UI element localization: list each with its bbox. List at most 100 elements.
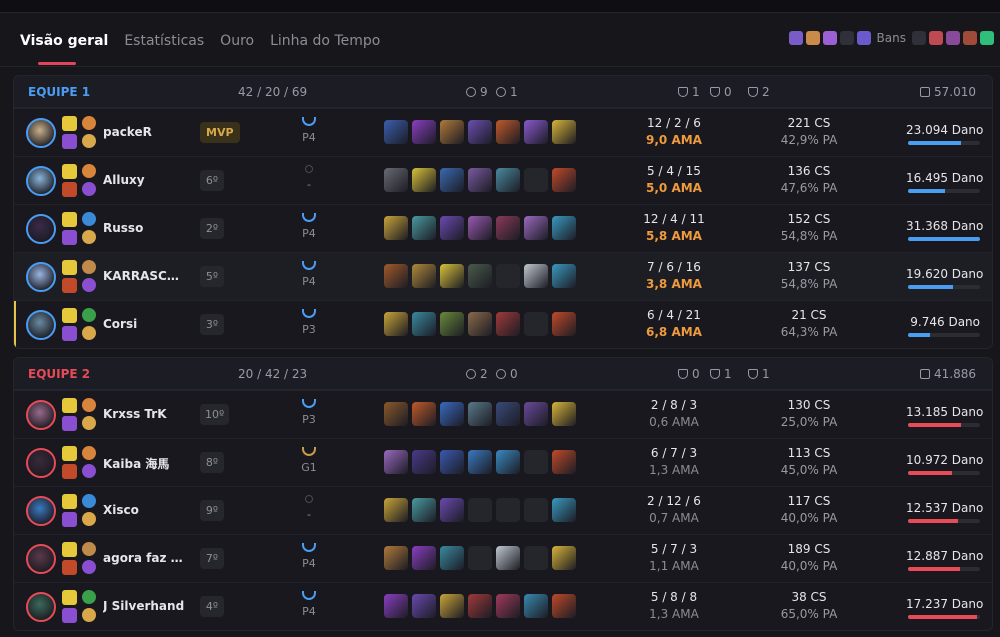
player-row[interactable]: J Silverhand 4º P4 5 / 8 / 8 1,3 AMA 38 CS 65,… — [14, 582, 992, 630]
player-row[interactable]: Kaiba 海馬 8º G1 6 / 7 / 3 1,3 AMA 113 CS 45,0% … — [14, 438, 992, 486]
item-icon[interactable] — [412, 498, 436, 522]
item-icon[interactable] — [412, 168, 436, 192]
item-icon[interactable] — [552, 450, 576, 474]
item-icon[interactable] — [496, 402, 520, 426]
champion-portrait-icon[interactable] — [26, 544, 56, 574]
player-name[interactable]: J Silverhand — [103, 599, 184, 613]
ban-champion-icon[interactable] — [980, 31, 994, 45]
tab-overview[interactable]: Visão geral — [20, 31, 108, 65]
summoner-spell-icon[interactable] — [62, 560, 77, 575]
rune-icon[interactable] — [82, 542, 96, 556]
summoner-spell-icon[interactable] — [62, 278, 77, 293]
item-icon[interactable] — [468, 168, 492, 192]
ban-champion-icon[interactable] — [946, 31, 960, 45]
player-row[interactable]: Russo 2º P4 12 / 4 / 11 5,8 AMA 152 CS 54,8% P… — [14, 204, 992, 252]
item-icon[interactable] — [524, 594, 548, 618]
player-row[interactable]: Xisco 9º -2 / 12 / 6 0,7 AMA 117 CS 40,0% PA 1… — [14, 486, 992, 534]
rune-icon[interactable] — [82, 116, 96, 130]
item-icon[interactable] — [468, 594, 492, 618]
summoner-spell-icon[interactable] — [62, 416, 77, 431]
tab-gold[interactable]: Ouro — [220, 31, 254, 61]
summoner-spell-icon[interactable] — [62, 164, 77, 179]
summoner-spell-icon[interactable] — [62, 326, 77, 341]
player-name[interactable]: Alluxy — [103, 173, 145, 187]
item-icon[interactable] — [412, 312, 436, 336]
item-icon[interactable] — [440, 498, 464, 522]
item-icon[interactable] — [552, 594, 576, 618]
player-row[interactable]: Krxss TrK 10º P3 2 / 8 / 3 0,6 AMA 130 CS 25,0… — [14, 390, 992, 438]
player-row[interactable]: agora faz o IIL 7º P4 5 / 7 / 3 1,1 AMA 189 C… — [14, 534, 992, 582]
item-icon[interactable] — [496, 546, 520, 570]
item-icon[interactable] — [384, 168, 408, 192]
item-icon[interactable] — [384, 264, 408, 288]
rune-icon[interactable] — [82, 512, 96, 526]
item-icon[interactable] — [412, 594, 436, 618]
rune-icon[interactable] — [82, 230, 96, 244]
item-icon[interactable] — [384, 216, 408, 240]
player-row[interactable]: KARRASCOd… 5º P4 7 / 6 / 16 3,8 AMA 137 CS 54,… — [14, 252, 992, 300]
rune-icon[interactable] — [82, 278, 96, 292]
item-icon[interactable] — [552, 546, 576, 570]
player-name[interactable]: Xisco — [103, 503, 139, 517]
rune-icon[interactable] — [82, 446, 96, 460]
ban-champion-icon[interactable] — [839, 31, 854, 45]
summoner-spell-icon[interactable] — [62, 464, 77, 479]
champion-portrait-icon[interactable] — [26, 496, 56, 526]
item-icon[interactable] — [440, 120, 464, 144]
item-icon[interactable] — [412, 546, 436, 570]
summoner-spell-icon[interactable] — [62, 116, 77, 131]
rune-icon[interactable] — [82, 416, 96, 430]
rune-icon[interactable] — [82, 308, 96, 322]
summoner-spell-icon[interactable] — [62, 446, 77, 461]
item-icon[interactable] — [412, 216, 436, 240]
rune-icon[interactable] — [82, 398, 96, 412]
player-name[interactable]: Corsi — [103, 317, 137, 331]
item-icon[interactable] — [412, 402, 436, 426]
item-icon[interactable] — [412, 120, 436, 144]
item-icon[interactable] — [496, 312, 520, 336]
item-icon[interactable] — [496, 216, 520, 240]
rune-icon[interactable] — [82, 560, 96, 574]
player-name[interactable]: Russo — [103, 221, 143, 235]
ban-champion-icon[interactable] — [929, 31, 943, 45]
item-icon[interactable] — [440, 402, 464, 426]
summoner-spell-icon[interactable] — [62, 542, 77, 557]
item-icon[interactable] — [496, 168, 520, 192]
item-icon[interactable] — [524, 120, 548, 144]
item-icon[interactable] — [468, 450, 492, 474]
item-icon[interactable] — [384, 498, 408, 522]
summoner-spell-icon[interactable] — [62, 182, 77, 197]
rune-icon[interactable] — [82, 464, 96, 478]
rune-icon[interactable] — [82, 590, 96, 604]
summoner-spell-icon[interactable] — [62, 494, 77, 509]
ban-champion-icon[interactable] — [912, 31, 926, 45]
item-icon[interactable] — [384, 450, 408, 474]
ban-champion-icon[interactable] — [822, 31, 837, 45]
item-icon[interactable] — [384, 546, 408, 570]
ban-champion-icon[interactable] — [856, 31, 871, 45]
item-icon[interactable] — [440, 168, 464, 192]
tab-statistics[interactable]: Estatísticas — [124, 31, 204, 61]
summoner-spell-icon[interactable] — [62, 212, 77, 227]
item-icon[interactable] — [468, 312, 492, 336]
item-icon[interactable] — [524, 402, 548, 426]
item-icon[interactable] — [412, 450, 436, 474]
rune-icon[interactable] — [82, 212, 96, 226]
rune-icon[interactable] — [82, 164, 96, 178]
item-icon[interactable] — [496, 120, 520, 144]
item-icon[interactable] — [384, 120, 408, 144]
champion-portrait-icon[interactable] — [26, 448, 56, 478]
item-icon[interactable] — [552, 312, 576, 336]
item-icon[interactable] — [552, 498, 576, 522]
item-icon[interactable] — [468, 216, 492, 240]
item-icon[interactable] — [440, 264, 464, 288]
ban-champion-icon[interactable] — [788, 31, 803, 45]
rune-icon[interactable] — [82, 608, 96, 622]
champion-portrait-icon[interactable] — [26, 214, 56, 244]
item-icon[interactable] — [412, 264, 436, 288]
rune-icon[interactable] — [82, 134, 96, 148]
item-icon[interactable] — [552, 216, 576, 240]
item-icon[interactable] — [552, 120, 576, 144]
player-name[interactable]: Kaiba 海馬 — [103, 455, 169, 472]
ban-champion-icon[interactable] — [963, 31, 977, 45]
